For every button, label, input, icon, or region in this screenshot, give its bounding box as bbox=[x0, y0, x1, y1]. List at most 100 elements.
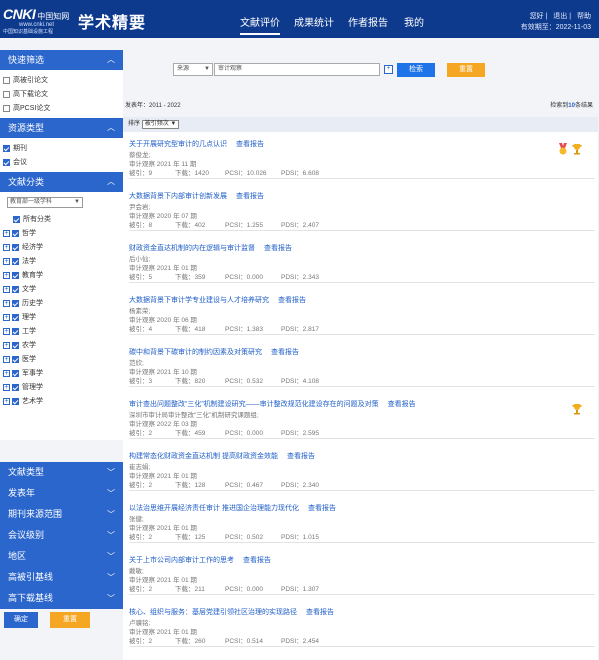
view-report-link[interactable]: 查看报告 bbox=[388, 401, 416, 408]
reset-filter-button[interactable]: 重置 bbox=[50, 612, 90, 628]
result-author[interactable]: 尹会岩; bbox=[129, 201, 589, 211]
result-author[interactable]: 崔志娟; bbox=[129, 461, 589, 471]
search-button[interactable]: 检索 bbox=[397, 63, 435, 77]
category-item[interactable]: + 理学 bbox=[3, 310, 120, 324]
checkbox[interactable] bbox=[3, 158, 10, 166]
category-item[interactable]: + 教育学 bbox=[3, 268, 120, 282]
filter-section-header[interactable]: 期刊来源范围 ﹀ bbox=[0, 504, 123, 525]
view-report-link[interactable]: 查看报告 bbox=[287, 453, 315, 460]
filter-high-download[interactable]: 高下载论文 bbox=[3, 87, 120, 101]
result-author[interactable]: 后小仙; bbox=[129, 253, 589, 263]
result-title-link[interactable]: 关于上市公司内部审计工作的思考 bbox=[129, 557, 234, 564]
filter-section-header[interactable]: 高被引基线 ﹀ bbox=[0, 567, 123, 588]
doc-category-header[interactable]: 文献分类 ︿ bbox=[0, 172, 123, 192]
result-title-link[interactable]: 碳中和背景下碳审计的制约因素及对策研究 bbox=[129, 349, 262, 356]
logout-link[interactable]: 退出 bbox=[553, 13, 567, 20]
checkbox[interactable] bbox=[12, 383, 19, 391]
view-report-link[interactable]: 查看报告 bbox=[308, 505, 336, 512]
checkbox[interactable] bbox=[12, 355, 19, 363]
expand-icon[interactable]: + bbox=[3, 383, 10, 391]
category-item[interactable]: + 农学 bbox=[3, 338, 120, 352]
view-report-link[interactable]: 查看报告 bbox=[271, 349, 299, 356]
expand-icon[interactable]: + bbox=[3, 313, 10, 321]
result-author[interactable]: 范欣; bbox=[129, 357, 589, 367]
result-title-link[interactable]: 以法治思维开展经济责任审计 推进国企治理能力现代化 bbox=[129, 505, 299, 512]
result-author[interactable]: 蔡俊龙; bbox=[129, 149, 589, 159]
expand-icon[interactable]: + bbox=[3, 243, 10, 251]
add-condition-button[interactable]: + bbox=[384, 65, 393, 74]
checkbox[interactable] bbox=[12, 341, 19, 349]
result-author[interactable]: 深圳市审计局审计整改“三化”机制研究课题组; bbox=[129, 409, 589, 419]
reset-search-button[interactable]: 重置 bbox=[447, 63, 485, 77]
greeting-link[interactable]: 您好 bbox=[530, 13, 544, 20]
result-title-link[interactable]: 关于开展研究型审计的几点认识 bbox=[129, 141, 227, 148]
checkbox[interactable] bbox=[12, 299, 19, 307]
expand-icon[interactable]: + bbox=[3, 355, 10, 363]
checkbox[interactable] bbox=[12, 397, 19, 405]
quick-filter-header[interactable]: 快速筛选 ︿ bbox=[0, 50, 123, 70]
nav-author-report[interactable]: 作者报告 bbox=[348, 14, 388, 29]
search-field-select[interactable]: 来源 ▼ bbox=[173, 63, 213, 76]
cnki-logo[interactable]: CNKI 中国知网 www.cnki.net 中国知识基础设施工程 bbox=[3, 6, 69, 35]
category-item[interactable]: + 历史学 bbox=[3, 296, 120, 310]
category-item[interactable]: + 经济学 bbox=[3, 240, 120, 254]
view-report-link[interactable]: 查看报告 bbox=[243, 557, 271, 564]
expand-icon[interactable]: + bbox=[3, 341, 10, 349]
nav-mine[interactable]: 我的 bbox=[404, 14, 424, 29]
result-title-link[interactable]: 构建常态化财政资金直达机制 提高财政资金效能 bbox=[129, 453, 278, 460]
filter-section-header[interactable]: 地区 ﹀ bbox=[0, 546, 123, 567]
checkbox[interactable] bbox=[12, 327, 19, 335]
filter-section-header[interactable]: 高下载基线 ﹀ bbox=[0, 588, 123, 609]
result-author[interactable]: 张健; bbox=[129, 513, 589, 523]
resource-type-header[interactable]: 资源类型 ︿ bbox=[0, 118, 123, 138]
expand-icon[interactable]: + bbox=[3, 271, 10, 279]
category-item[interactable]: + 哲学 bbox=[3, 226, 120, 240]
expand-icon[interactable]: + bbox=[3, 397, 10, 405]
result-author[interactable]: 戴敏; bbox=[129, 565, 589, 575]
checkbox[interactable] bbox=[12, 313, 19, 321]
checkbox[interactable] bbox=[3, 90, 10, 98]
filter-high-cited[interactable]: 高被引论文 bbox=[3, 73, 120, 87]
expand-icon[interactable]: + bbox=[3, 327, 10, 335]
checkbox[interactable] bbox=[12, 229, 19, 237]
category-item[interactable]: + 文学 bbox=[3, 282, 120, 296]
category-all[interactable]: 所有分类 bbox=[3, 212, 120, 226]
result-author[interactable]: 杨素荣; bbox=[129, 305, 589, 315]
expand-icon[interactable]: + bbox=[3, 299, 10, 307]
search-input[interactable]: 审计观察 bbox=[214, 63, 380, 76]
category-item[interactable]: + 艺术学 bbox=[3, 394, 120, 408]
checkbox[interactable] bbox=[12, 271, 19, 279]
category-item[interactable]: + 军事学 bbox=[3, 366, 120, 380]
checkbox[interactable] bbox=[3, 104, 10, 112]
checkbox[interactable] bbox=[12, 285, 19, 293]
expand-icon[interactable]: + bbox=[3, 369, 10, 377]
result-author[interactable]: 卢骥铭; bbox=[129, 617, 589, 627]
checkbox[interactable] bbox=[3, 144, 10, 152]
checkbox[interactable] bbox=[3, 76, 10, 84]
nav-literature-evaluation[interactable]: 文献评价 bbox=[240, 14, 280, 35]
expand-icon[interactable]: + bbox=[3, 285, 10, 293]
category-item[interactable]: + 工学 bbox=[3, 324, 120, 338]
view-report-link[interactable]: 查看报告 bbox=[306, 609, 334, 616]
view-report-link[interactable]: 查看报告 bbox=[278, 297, 306, 304]
nav-result-statistics[interactable]: 成果统计 bbox=[294, 14, 334, 29]
category-scheme-select[interactable]: 教育部一级学科 ▼ bbox=[7, 197, 83, 208]
filter-high-pcsi[interactable]: 高PCSI论文 bbox=[3, 101, 120, 115]
checkbox[interactable] bbox=[12, 257, 19, 265]
result-title-link[interactable]: 核心、组织与服务：基层党建引领社区治理的实现路径 bbox=[129, 609, 297, 616]
checkbox[interactable] bbox=[12, 369, 19, 377]
expand-icon[interactable]: + bbox=[3, 229, 10, 237]
checkbox[interactable] bbox=[13, 215, 20, 223]
help-link[interactable]: 帮助 bbox=[577, 13, 591, 20]
filter-section-header[interactable]: 发表年 ﹀ bbox=[0, 483, 123, 504]
filter-journal[interactable]: 期刊 bbox=[3, 141, 120, 155]
filter-section-header[interactable]: 文献类型 ﹀ bbox=[0, 462, 123, 483]
sort-select[interactable]: 被引频次 ▼ bbox=[141, 120, 180, 129]
result-title-link[interactable]: 财政资金直达机制的内在逻辑与审计监督 bbox=[129, 245, 255, 252]
view-report-link[interactable]: 查看报告 bbox=[236, 141, 264, 148]
view-report-link[interactable]: 查看报告 bbox=[264, 245, 292, 252]
view-report-link[interactable]: 查看报告 bbox=[236, 193, 264, 200]
filter-conference[interactable]: 会议 bbox=[3, 155, 120, 169]
result-title-link[interactable]: 审计查出问题整改“三化”机制建设研究——审计整改规范化建设存在的问题及对策 bbox=[129, 401, 379, 408]
expand-icon[interactable]: + bbox=[3, 257, 10, 265]
